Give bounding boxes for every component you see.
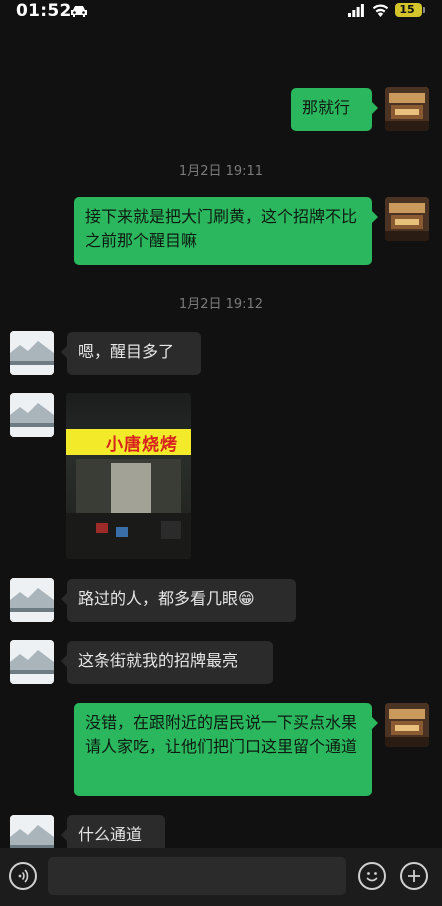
avatar-me[interactable] — [385, 703, 429, 747]
emoji-icon[interactable] — [358, 862, 386, 890]
voice-glyph — [18, 869, 29, 883]
avatar-me[interactable] — [385, 197, 429, 241]
storefront-photo — [66, 459, 191, 559]
message-bubble-received[interactable]: 嗯，醒目多了 — [61, 332, 201, 375]
status-bar: 01:52 15 — [0, 0, 442, 24]
battery-icon: 15 — [395, 3, 422, 17]
status-time: 01:52 — [16, 1, 72, 21]
emoji-glyph — [366, 872, 378, 882]
avatar-image — [10, 393, 54, 437]
chat-screen: 01:52 15 那就行 1月2日 19:11 接下来就是把大门刷黄，这个招牌不… — [0, 0, 442, 906]
timestamp: 1月2日 19:11 — [178, 164, 264, 179]
timestamp: 1月2日 19:12 — [178, 297, 264, 312]
avatar-me[interactable] — [385, 87, 429, 131]
car-icon — [71, 6, 87, 17]
message-text: 这条街就我的招牌最亮 — [78, 651, 239, 670]
input-bar — [0, 848, 442, 906]
avatar-contact[interactable] — [10, 393, 54, 437]
message-text: 什么通道 — [78, 825, 143, 844]
avatar-image — [10, 331, 54, 375]
plus-glyph — [408, 870, 420, 882]
message-text: 嗯，醒目多了 — [78, 342, 175, 361]
message-bubble-sent[interactable]: 没错，在跟附近的居民说一下买点水果请人家吃，让他们把门口这里留个通道 — [74, 703, 378, 796]
message-bubble-sent[interactable]: 那就行 — [291, 88, 378, 131]
message-text: 路过的人，都多看几眼😁 — [78, 589, 255, 608]
wifi-icon — [372, 4, 389, 17]
plus-icon[interactable] — [400, 862, 428, 890]
message-bubble-received[interactable]: 这条街就我的招牌最亮 — [61, 641, 273, 684]
image-message[interactable]: 小唐烧烤 — [66, 393, 191, 559]
avatar-contact[interactable] — [10, 640, 54, 684]
message-text: 接下来就是把大门刷黄，这个招牌不比之前那个醒目嘛 — [85, 207, 358, 250]
avatar-image — [385, 703, 429, 747]
avatar-image — [10, 578, 54, 622]
message-text: 那就行 — [302, 98, 351, 117]
avatar-image — [385, 87, 429, 131]
avatar-contact[interactable] — [10, 578, 54, 622]
avatar-image — [385, 197, 429, 241]
voice-icon[interactable] — [9, 862, 37, 890]
signal-icon — [348, 4, 364, 17]
battery-level: 15 — [399, 3, 415, 16]
avatar-contact[interactable] — [10, 331, 54, 375]
message-text: 没错，在跟附近的居民说一下买点水果请人家吃，让他们把门口这里留个通道 — [85, 713, 358, 756]
message-bubble-sent[interactable]: 接下来就是把大门刷黄，这个招牌不比之前那个醒目嘛 — [74, 197, 378, 265]
battery-cap — [423, 7, 425, 13]
message-bubble-received[interactable]: 路过的人，都多看几眼😁 — [61, 579, 296, 622]
message-input[interactable] — [48, 857, 346, 895]
avatar-image — [10, 640, 54, 684]
